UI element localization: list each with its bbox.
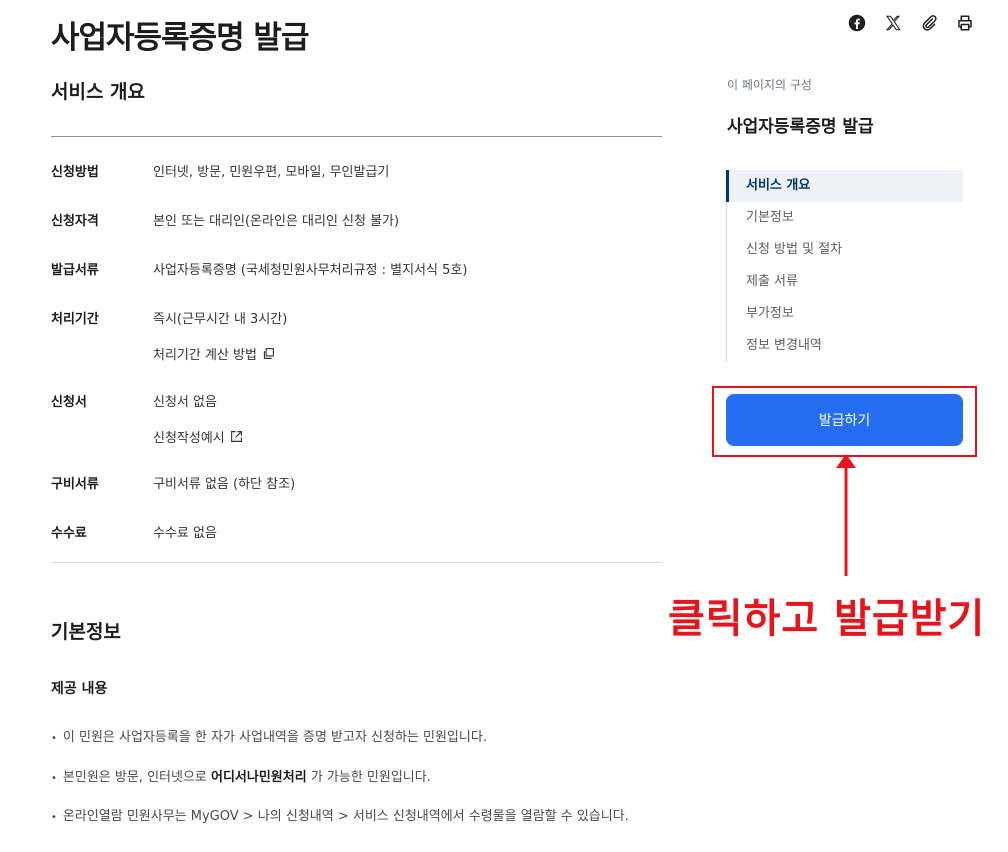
- info-label: 처리기간: [51, 312, 99, 327]
- toc-item-overview[interactable]: 서비스 개요: [726, 170, 963, 202]
- info-value: 사업자등록증명 (국세청민원사무처리규정 : 별지서식 5호): [153, 263, 468, 278]
- bullet-dot: •: [51, 733, 57, 744]
- list-item: • 본민원은 방문, 인터넷으로 어디서나민원처리 가 가능한 민원입니다.: [51, 766, 431, 785]
- info-row-eligibility: 신청자격 본인 또는 대리인(온라인은 대리인 신청 불가): [51, 210, 662, 229]
- info-value: 신청서 없음: [153, 395, 217, 410]
- info-value: 수수료 없음: [153, 526, 217, 541]
- list-item: • 이 민원은 사업자등록을 한 자가 사업내역을 증명 받고자 신청하는 민원…: [51, 726, 487, 745]
- section-title-basic-info: 기본정보: [51, 621, 121, 643]
- info-value: 본인 또는 대리인(온라인은 대리인 신청 불가): [153, 214, 400, 229]
- info-row-application-form: 신청서 신청서 없음 신청작성예시: [51, 391, 662, 446]
- facebook-icon: [848, 14, 866, 32]
- info-row-method: 신청방법 인터넷, 방문, 민원우편, 모바일, 무인발급기: [51, 161, 662, 180]
- info-row-fee: 수수료 수수료 없음: [51, 522, 662, 541]
- external-link-icon: [230, 431, 242, 442]
- bullet-text-bold: 어디서나민원처리: [211, 770, 307, 785]
- toc-item-procedure[interactable]: 신청 방법 및 절차: [727, 234, 963, 266]
- bullet-dot: •: [51, 812, 57, 823]
- info-label: 수수료: [51, 526, 87, 541]
- section-title-overview: 서비스 개요: [51, 81, 146, 103]
- copy-icon: [263, 348, 274, 359]
- bullet-text: 이 민원은 사업자등록을 한 자가 사업내역을 증명 받고자 신청하는 민원입니…: [62, 730, 487, 745]
- page-title: 사업자등록증명 발급: [51, 20, 309, 56]
- annotation-arrow: [836, 454, 856, 576]
- annotation-text: 클릭하고 발급받기: [668, 596, 986, 642]
- bullet-text: 본민원은 방문, 인터넷으로 어디서나민원처리 가 가능한 민원입니다.: [63, 766, 431, 785]
- info-value: 인터넷, 방문, 민원우편, 모바일, 무인발급기: [153, 165, 390, 180]
- info-label: 발급서류: [51, 263, 99, 278]
- facebook-share-button[interactable]: [846, 12, 868, 34]
- link-icon: [922, 15, 937, 31]
- toc-item-change-history[interactable]: 정보 변경내역: [727, 330, 963, 362]
- info-label: 신청서: [51, 395, 87, 410]
- toc-item-basic-info[interactable]: 기본정보: [727, 202, 963, 234]
- toc-item-additional-info[interactable]: 부가정보: [727, 298, 963, 330]
- application-example-link[interactable]: 신청작성예시: [153, 427, 243, 446]
- info-label: 구비서류: [51, 477, 99, 492]
- bullet-dot: •: [51, 773, 57, 784]
- toc-item-documents[interactable]: 제출 서류: [727, 266, 963, 298]
- toc-nav: 서비스 개요 기본정보 신청 방법 및 절차 제출 서류 부가정보 정보 변경내…: [726, 170, 963, 362]
- link-label: 처리기간 계산 방법: [153, 348, 257, 363]
- processing-time-calc-link[interactable]: 처리기간 계산 방법: [153, 344, 287, 363]
- info-label: 신청자격: [51, 214, 99, 229]
- info-label: 신청방법: [51, 165, 99, 180]
- copy-link-button[interactable]: [918, 12, 940, 34]
- info-value: 즉시(근무시간 내 3시간): [153, 312, 288, 327]
- print-icon: [958, 15, 972, 31]
- link-label: 신청작성예시: [153, 431, 225, 446]
- toc-caption: 이 페이지의 구성: [727, 78, 812, 92]
- info-row-document: 발급서류 사업자등록증명 (국세청민원사무처리규정 : 별지서식 5호): [51, 259, 662, 278]
- info-value: 구비서류 없음 (하단 참조): [153, 477, 296, 492]
- list-item: • 온라인열람 민원사무는 MyGOV > 나의 신청내역 > 서비스 신청내역…: [51, 805, 629, 824]
- divider: [51, 136, 662, 137]
- toc-title: 사업자등록증명 발급: [727, 117, 874, 137]
- print-button[interactable]: [954, 12, 976, 34]
- bullet-text: 온라인열람 민원사무는 MyGOV > 나의 신청내역 > 서비스 신청내역에서…: [62, 809, 629, 824]
- bullet-text-part: 가 가능한 민원입니다.: [306, 770, 431, 785]
- info-row-required-docs: 구비서류 구비서류 없음 (하단 참조): [51, 473, 662, 492]
- info-row-processing-time: 처리기간 즉시(근무시간 내 3시간) 처리기간 계산 방법: [51, 308, 662, 363]
- divider: [51, 562, 662, 563]
- x-icon: [885, 15, 901, 31]
- issue-button[interactable]: 발급하기: [726, 394, 963, 446]
- x-share-button[interactable]: [882, 12, 904, 34]
- bullet-text-part: 본민원은 방문, 인터넷으로: [62, 770, 211, 785]
- share-toolbar: [846, 12, 976, 34]
- subsection-title: 제공 내용: [51, 681, 108, 697]
